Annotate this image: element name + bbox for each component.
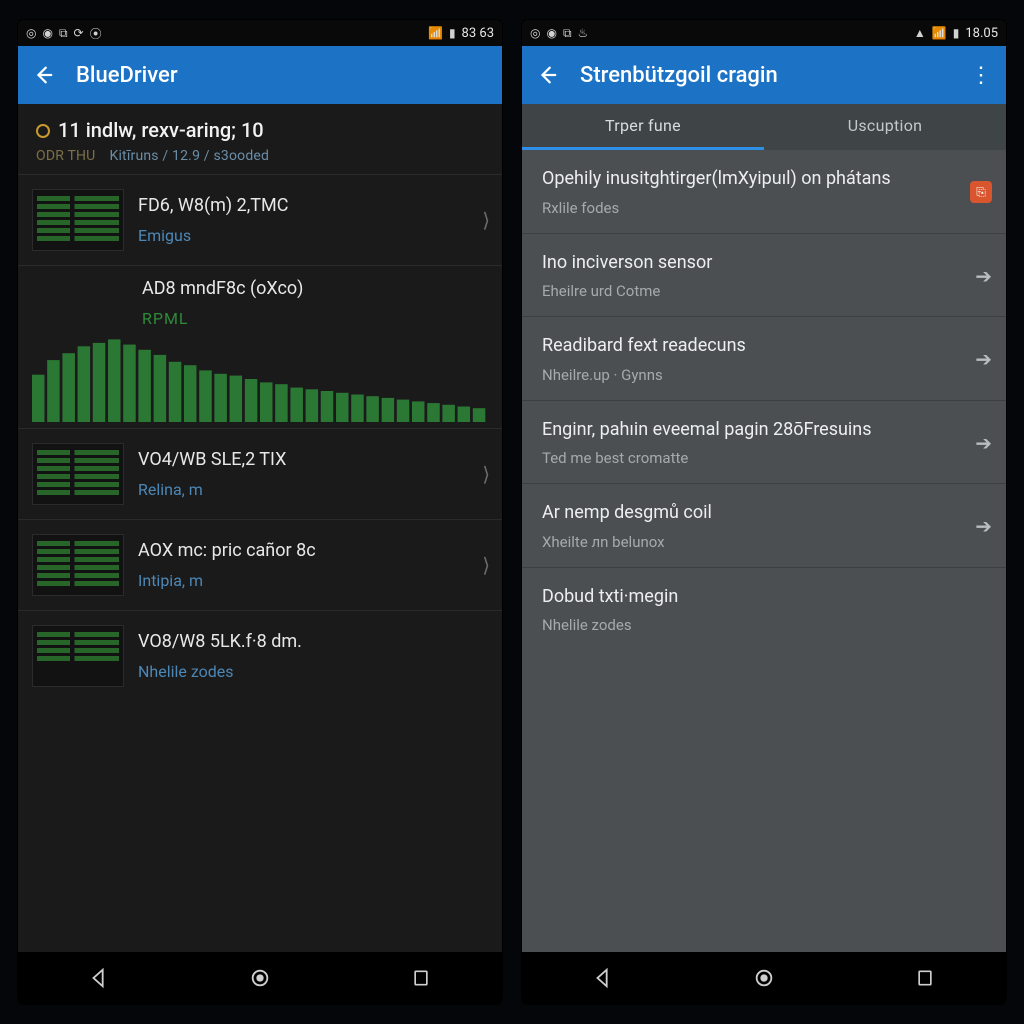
phone-right: ◎ ◉ ⧉ ♨ ▲ 📶 ▮ 18.05 Strenbützgoil cragin… xyxy=(522,20,1006,1004)
status-bar: ◎ ◉ ⧉ ♨ ▲ 📶 ▮ 18.05 xyxy=(522,20,1006,46)
sparkline-thumb xyxy=(32,534,124,596)
item-title: Enginr, pahıin eveemal pagin 28ōFresuins xyxy=(542,419,963,442)
pid-name: VO4/WB SLE,2 TIX xyxy=(138,449,468,470)
pid-name: VO8/W8 5LK.f·8 dm. xyxy=(138,631,490,652)
app-title: BlueDriver xyxy=(76,63,488,88)
chevron-right-icon: ➔ xyxy=(975,431,992,455)
pid-unit: Relina, m xyxy=(138,480,468,499)
notif-icon: ◉ xyxy=(546,26,556,40)
chevron-right-icon: ➔ xyxy=(975,264,992,288)
notif-icon: ⧉ xyxy=(563,26,572,41)
notif-icon: ⧉ xyxy=(59,26,68,41)
signal-icon: 📶 xyxy=(428,26,443,40)
item-title: Readibard fext readecuns xyxy=(542,335,963,358)
item-subtitle: Nhelile zodes xyxy=(542,616,992,634)
wifi-icon: ▲ xyxy=(914,26,926,40)
nav-home-icon[interactable] xyxy=(751,965,777,991)
clock: 83 63 xyxy=(462,26,494,41)
status-bar: ◎ ◉ ⧉ ⟳ ⦿ 📶 ▮ 83 63 xyxy=(18,20,502,46)
pid-name: AD8 mndF8c (oXco) xyxy=(142,278,488,299)
nav-home-icon[interactable] xyxy=(247,965,273,991)
pid-unit: RPML xyxy=(142,309,488,328)
list-item[interactable]: Opehily inusitghtirger(lmXyipuıl) on phá… xyxy=(522,150,1006,234)
item-subtitle: Rxlile fodes xyxy=(542,199,958,217)
notif-icon: ◎ xyxy=(26,26,36,40)
sparkline-thumb xyxy=(32,189,124,251)
sparkline-thumb xyxy=(32,625,124,687)
status-dot-icon xyxy=(36,124,50,138)
overflow-menu-icon[interactable]: ⋮ xyxy=(970,63,992,88)
summary-block: 11 indlw, rexv-aring; 10 ODR THUKitīruns… xyxy=(18,110,502,174)
list-item[interactable]: Dobud txti·megin Nhelile zodes xyxy=(522,568,1006,651)
item-subtitle: Eheilre urd Cotme xyxy=(542,282,963,300)
tab-uscuption[interactable]: Uscuption xyxy=(764,104,1006,150)
item-title: Dobud txti·megin xyxy=(542,586,992,609)
back-icon[interactable] xyxy=(536,64,558,86)
item-title: Opehily inusitghtirger(lmXyipuıl) on phá… xyxy=(542,168,958,191)
item-subtitle: Nheilre.up · Gynns xyxy=(542,366,963,384)
sparkline-thumb xyxy=(32,443,124,505)
pid-unit: Nhelile zodes xyxy=(138,662,490,681)
summary-headline: 11 indlw, rexv-aring; 10 xyxy=(36,118,488,142)
list-item[interactable]: Enginr, pahıin eveemal pagin 28ōFresuins… xyxy=(522,401,1006,485)
chevron-right-icon: ➔ xyxy=(975,514,992,538)
notif-icon: ♨ xyxy=(578,26,589,40)
nav-back-icon[interactable] xyxy=(590,965,616,991)
list-item[interactable]: Readibard fext readecuns Nheilre.up · Gy… xyxy=(522,317,1006,401)
battery-icon: ▮ xyxy=(449,26,456,40)
rpm-bar-chart xyxy=(32,336,488,422)
nav-recent-icon[interactable] xyxy=(408,965,434,991)
pid-unit: Intipia, m xyxy=(138,571,468,590)
list-item[interactable]: Ino inciverson sensor Eheilre urd Cotme … xyxy=(522,234,1006,318)
phone-left: ◎ ◉ ⧉ ⟳ ⦿ 📶 ▮ 83 63 BlueDriver 11 indlw,… xyxy=(18,20,502,1004)
chevron-right-icon: ⟩ xyxy=(482,462,490,486)
report-list: Opehily inusitghtirger(lmXyipuıl) on phá… xyxy=(522,150,1006,952)
nav-recent-icon[interactable] xyxy=(912,965,938,991)
nav-back-icon[interactable] xyxy=(86,965,112,991)
notif-icon: ⦿ xyxy=(90,25,102,42)
android-nav-bar xyxy=(18,952,502,1004)
chevron-right-icon: ⟩ xyxy=(482,553,490,577)
summary-sub: ODR THUKitīruns / 12.9 / s3ooded xyxy=(36,148,488,164)
signal-icon: 📶 xyxy=(932,26,947,40)
pid-row[interactable]: VO4/WB SLE,2 TIX Relina, m ⟩ xyxy=(18,428,502,519)
pid-row[interactable]: AOX mc: pric cañor 8c Intipia, m ⟩ xyxy=(18,519,502,610)
pid-row-chart[interactable]: AD8 mndF8c (oXco) RPML xyxy=(18,265,502,428)
item-subtitle: Xheilte лn belunox xyxy=(542,533,963,551)
pid-name: FD6, W8(m) 2,TMC xyxy=(138,195,468,216)
pid-name: AOX mc: pric cañor 8c xyxy=(138,540,468,561)
android-nav-bar xyxy=(522,952,1006,1004)
item-subtitle: Ted me best cromatte xyxy=(542,449,963,467)
item-title: Ino inciverson sensor xyxy=(542,252,963,275)
warning-badge-icon: ⎘ xyxy=(970,181,992,203)
list-item[interactable]: Ar nemp desgmů coil Xheilte лn belunox ➔ xyxy=(522,484,1006,568)
pid-row[interactable]: FD6, W8(m) 2,TMC Emigus ⟩ xyxy=(18,174,502,265)
pid-unit: Emigus xyxy=(138,226,468,245)
notif-icon: ⟳ xyxy=(74,26,84,40)
live-data-panel: 11 indlw, rexv-aring; 10 ODR THUKitīruns… xyxy=(18,104,502,952)
tab-trper-fune[interactable]: Trper fune xyxy=(522,104,764,150)
item-title: Ar nemp desgmů coil xyxy=(542,502,963,525)
app-bar: BlueDriver xyxy=(18,46,502,104)
battery-icon: ▮ xyxy=(953,26,960,40)
back-icon[interactable] xyxy=(32,64,54,86)
pid-row[interactable]: VO8/W8 5LK.f·8 dm. Nhelile zodes xyxy=(18,610,502,701)
app-bar: Strenbützgoil cragin ⋮ xyxy=(522,46,1006,104)
chevron-right-icon: ➔ xyxy=(975,347,992,371)
tab-bar: Trper fune Uscuption xyxy=(522,104,1006,150)
chevron-right-icon: ⟩ xyxy=(482,208,490,232)
app-title: Strenbützgoil cragin xyxy=(580,63,948,88)
notif-icon: ◎ xyxy=(530,26,540,40)
notif-icon: ◉ xyxy=(42,26,52,40)
clock: 18.05 xyxy=(965,26,998,41)
